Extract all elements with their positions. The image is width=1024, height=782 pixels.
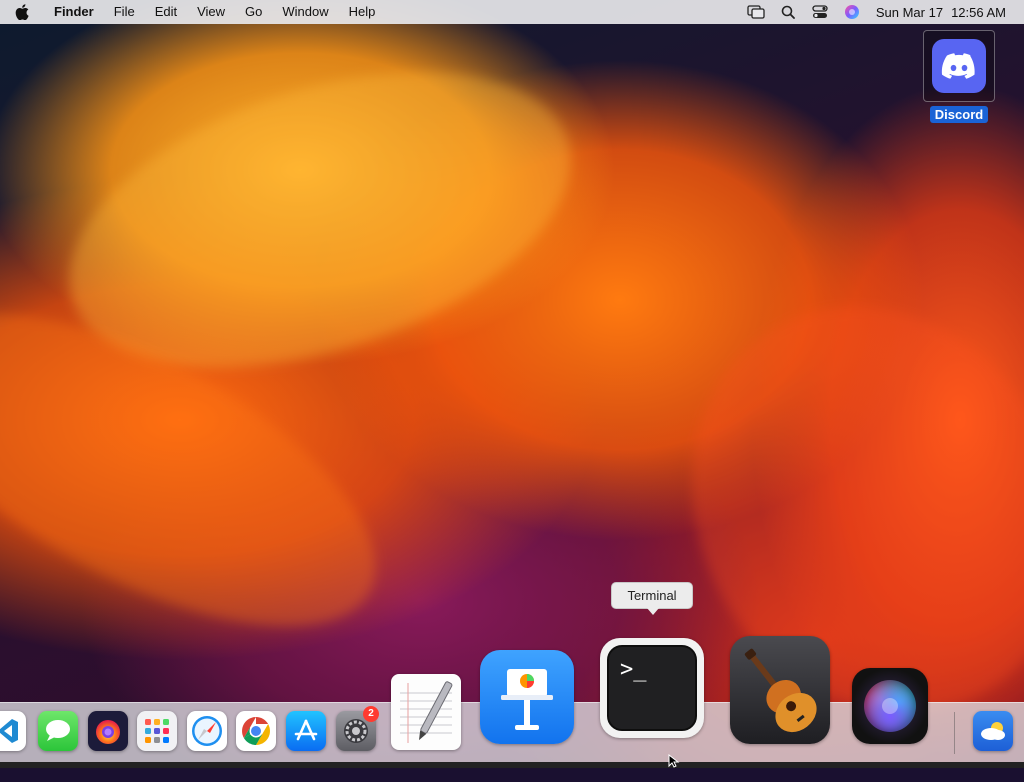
dock-app-firefox[interactable]: [88, 711, 128, 751]
menu-view[interactable]: View: [187, 0, 235, 24]
weather-icon: [973, 711, 1013, 751]
dock-app-weather[interactable]: [973, 711, 1013, 751]
dock-app-messages[interactable]: [38, 711, 78, 751]
dock-app-safari[interactable]: [187, 711, 227, 751]
menu-go[interactable]: Go: [235, 0, 272, 24]
dock-app-garageband[interactable]: [730, 636, 830, 744]
terminal-icon: >_: [600, 638, 704, 738]
control-center-icon[interactable]: [804, 0, 836, 24]
messages-icon: [38, 711, 78, 751]
menu-time: 12:56 AM: [951, 4, 1006, 20]
apple-menu-icon[interactable]: [0, 0, 44, 24]
dock-app-system-settings[interactable]: 2: [336, 706, 379, 751]
dock-app-terminal[interactable]: >_: [600, 638, 704, 738]
dock-app-launchpad[interactable]: [137, 711, 177, 751]
dock-app-textedit[interactable]: [391, 674, 461, 750]
desktop-icon-discord[interactable]: Discord: [922, 30, 996, 124]
dock-app-app-store[interactable]: [286, 711, 326, 751]
dock-separator: [954, 712, 955, 754]
menu-edit[interactable]: Edit: [145, 0, 187, 24]
vscode-icon: [0, 711, 26, 751]
discord-icon: [932, 39, 986, 93]
mouse-pointer-icon: [668, 753, 680, 773]
siri-icon: [852, 668, 928, 744]
textedit-icon: [391, 674, 461, 750]
notification-badge: 2: [363, 706, 379, 722]
firefox-icon: [88, 711, 128, 751]
menu-bar-left: Finder File Edit View Go Window Help: [0, 0, 385, 24]
siri-icon[interactable]: [836, 0, 868, 24]
dock-app-chrome[interactable]: [236, 711, 276, 751]
dock-app-keynote[interactable]: [480, 650, 574, 744]
dock-bottom-edge: [0, 762, 1024, 768]
menu-help[interactable]: Help: [339, 0, 386, 24]
menu-app-name[interactable]: Finder: [44, 0, 104, 24]
dock-tooltip: Terminal: [611, 582, 693, 615]
launchpad-icon: [137, 711, 177, 751]
desktop-icon-selection: [923, 30, 995, 102]
safari-icon: [187, 711, 227, 751]
menu-file[interactable]: File: [104, 0, 145, 24]
keynote-icon: [480, 650, 574, 744]
menu-bar: Finder File Edit View Go Window Help Sun…: [0, 0, 1024, 24]
svg-text:>_: >_: [620, 657, 647, 682]
dock-app-siri[interactable]: [852, 668, 928, 744]
menu-bar-right: Sun Mar 17 12:56 AM: [740, 0, 1024, 24]
screen-mirroring-icon[interactable]: [740, 0, 772, 24]
app-store-icon: [286, 711, 326, 751]
menu-window[interactable]: Window: [272, 0, 338, 24]
menu-date: Sun Mar 17: [875, 4, 944, 20]
dock-app-vscode[interactable]: [0, 711, 26, 751]
chrome-icon: [236, 711, 276, 751]
menu-clock[interactable]: Sun Mar 17 12:56 AM: [876, 5, 1006, 20]
desktop-icon-label: Discord: [929, 106, 989, 123]
spotlight-search-icon[interactable]: [772, 0, 804, 24]
garageband-icon: [730, 636, 830, 744]
